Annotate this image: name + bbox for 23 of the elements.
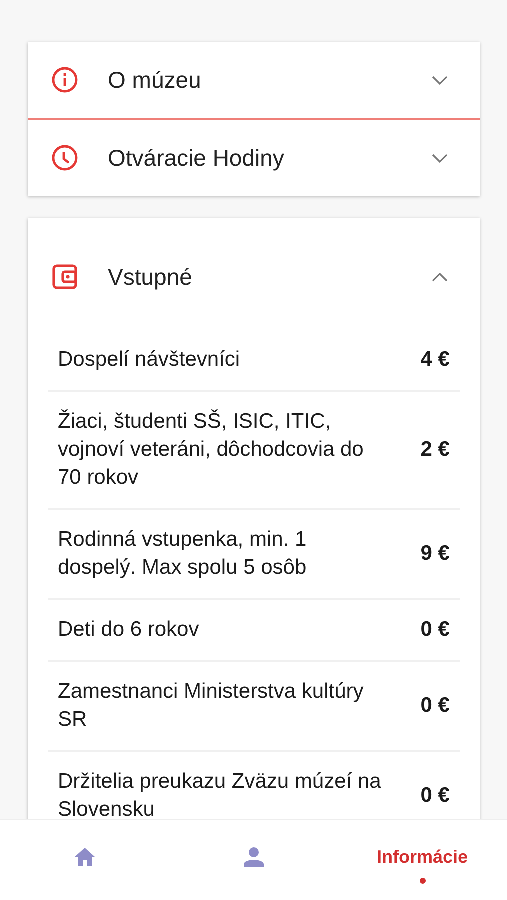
chevron-up-icon[interactable]	[432, 272, 448, 282]
ticket-type: Držitelia preukazu Zväzu múzeí na Slovensku	[58, 769, 382, 819]
ticket-price: 0 €	[420, 693, 450, 719]
info-icon	[52, 67, 78, 93]
ticket-price: 4 €	[420, 347, 450, 373]
ticket-type: Dospelí návštevníci	[58, 347, 242, 373]
ticket-price: 2 €	[420, 437, 450, 463]
ticket-type: Zamestnanci Ministerstva kultúry SR	[58, 679, 365, 733]
home-icon	[74, 847, 96, 867]
section-title[interactable]: O múzeu	[108, 66, 432, 94]
person-icon	[244, 847, 264, 867]
chevron-down-icon[interactable]	[432, 76, 448, 84]
section-title[interactable]: Otváracie Hodiny	[108, 144, 432, 172]
section-title[interactable]: Vstupné	[108, 264, 432, 290]
wallet-icon	[52, 264, 78, 290]
chevron-down-icon[interactable]	[432, 154, 448, 162]
ticket-type: Deti do 6 rokov	[58, 617, 200, 643]
ticket-price: 9 €	[420, 541, 450, 567]
ticket-price: 0 €	[420, 617, 450, 643]
ticket-type: Žiaci, študenti SŠ, ISIC, ITIC, vojnoví veteráni, dôchodcovia do 70 rokov	[58, 408, 365, 491]
ticket-type: Rodinná vstupenka, min. 1 dospelý. Max spolu 5 osôb	[58, 527, 308, 581]
clock-icon	[52, 145, 78, 171]
ticket-price: 0 €	[420, 783, 450, 809]
